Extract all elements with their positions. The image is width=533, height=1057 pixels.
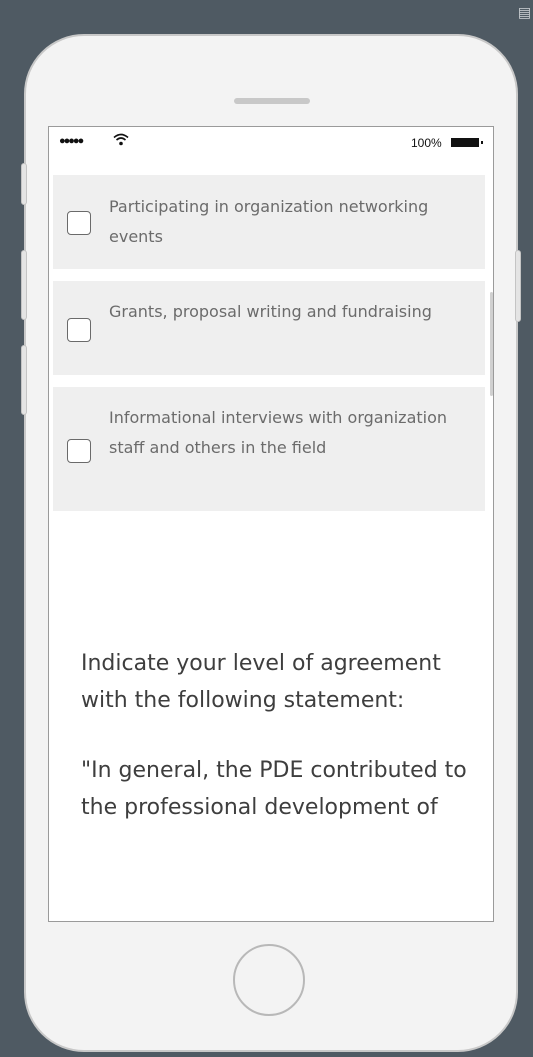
side-button-volume-down	[21, 345, 27, 415]
option-informational-interviews[interactable]: Informational interviews with organizati…	[53, 387, 485, 511]
side-button-power	[515, 250, 521, 322]
home-button[interactable]	[233, 944, 305, 1016]
broken-image-icon: ▤	[517, 5, 532, 21]
option-label: Informational interviews with organizati…	[109, 408, 448, 457]
question-prompt: Indicate your level of agreement with th…	[81, 651, 441, 713]
question-text: Indicate your level of agreement with th…	[81, 645, 477, 826]
scrollbar-thumb[interactable]	[490, 292, 493, 396]
battery-percentage: 100%	[411, 136, 442, 150]
question-statement: "In general, the PDE contributed to the …	[81, 758, 467, 820]
checkbox[interactable]	[67, 211, 91, 235]
checkbox[interactable]	[67, 439, 91, 463]
battery-icon	[451, 138, 483, 147]
checkbox[interactable]	[67, 318, 91, 342]
speaker-grille	[234, 98, 310, 104]
option-label: Participating in organization networking…	[109, 197, 429, 246]
signal-strength-icon: ●●●●●	[59, 135, 84, 147]
option-label: Grants, proposal writing and fundraising	[109, 302, 432, 321]
side-button-silent	[21, 163, 27, 205]
option-grants-fundraising[interactable]: Grants, proposal writing and fundraising	[53, 281, 485, 375]
wifi-icon	[113, 133, 129, 149]
phone-screen: ●●●●● 100% Participating in organization…	[48, 126, 494, 922]
scrollbar-track[interactable]	[487, 157, 493, 921]
side-button-volume-up	[21, 250, 27, 320]
status-bar: ●●●●● 100%	[49, 127, 493, 157]
option-networking-events[interactable]: Participating in organization networking…	[53, 175, 485, 269]
